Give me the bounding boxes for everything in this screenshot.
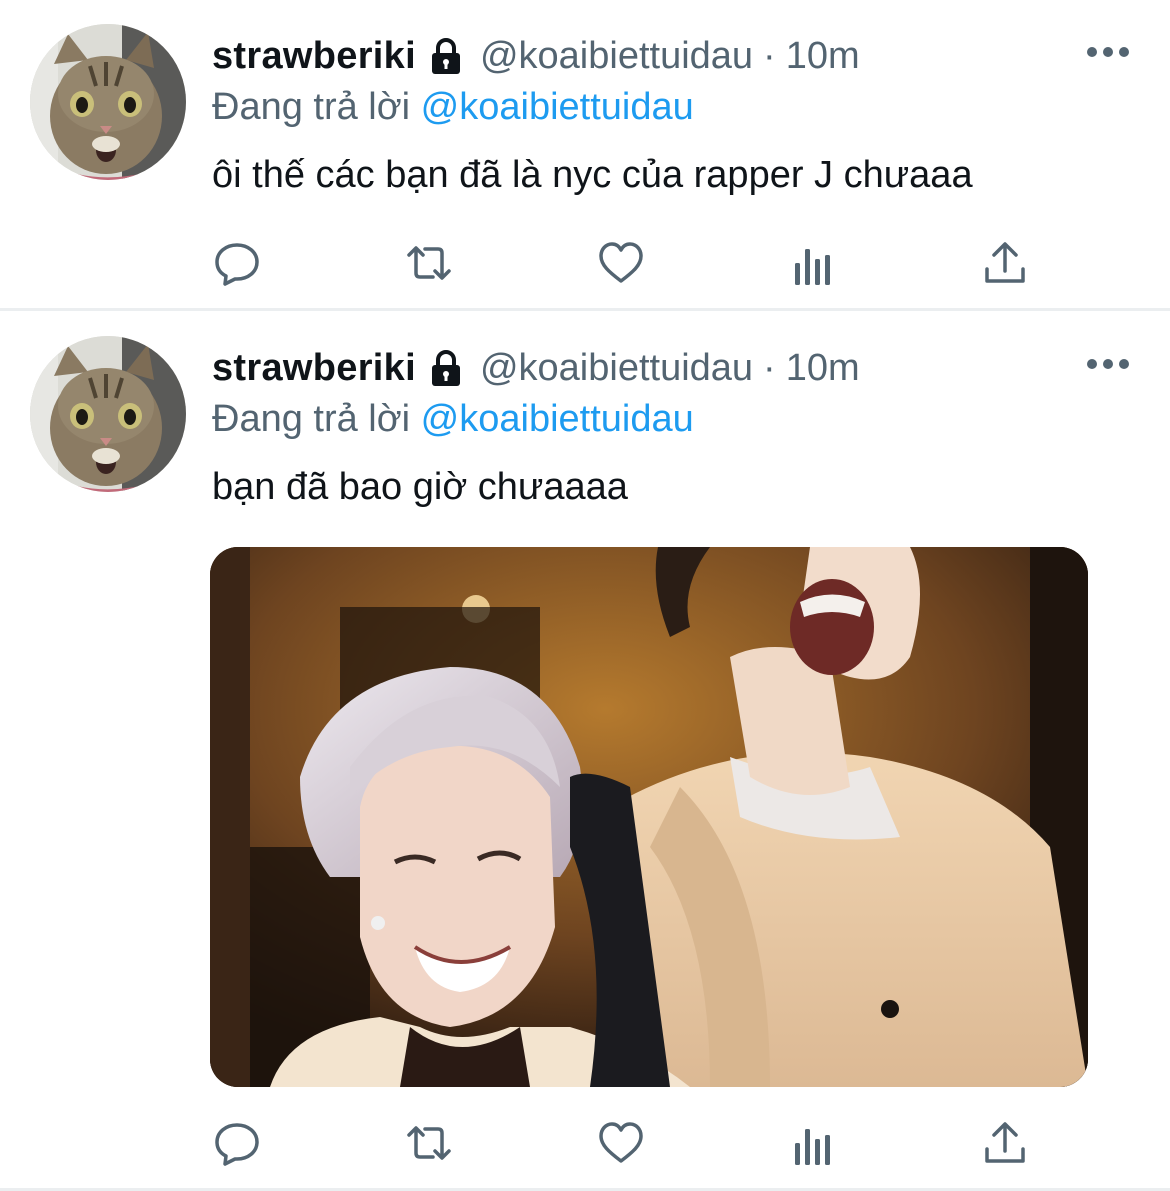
- reply-mention[interactable]: @koaibiettuidau: [421, 398, 694, 440]
- reply-prefix: Đang trả lời: [212, 398, 411, 440]
- replying-to: Đang trả lời @koaibiettuidau: [212, 398, 694, 441]
- reply-button[interactable]: [212, 238, 262, 288]
- share-icon: [985, 1122, 1025, 1163]
- timestamp[interactable]: 10m: [786, 347, 860, 390]
- like-icon: [599, 1122, 643, 1163]
- more-icon[interactable]: [1086, 44, 1130, 60]
- tweet-text: bạn đã bao giờ chưaaaa: [212, 466, 628, 508]
- reply-button[interactable]: [212, 1118, 262, 1168]
- replying-to: Đang trả lời @koaibiettuidau: [212, 86, 694, 129]
- user-handle[interactable]: @koaibiettuidau: [480, 347, 753, 390]
- analytics-icon: [795, 249, 830, 285]
- retweet-icon: [407, 246, 451, 280]
- retweet-icon: [407, 1126, 451, 1160]
- tweet[interactable]: strawberiki @koaibiettuidau · 10m Đang t…: [0, 0, 1170, 311]
- lock-icon: [426, 348, 466, 388]
- reply-icon: [215, 243, 259, 286]
- cat-avatar: [30, 336, 186, 492]
- display-name[interactable]: strawberiki: [212, 35, 416, 78]
- photo-of-two-laughing-people: [210, 547, 1088, 1087]
- tweet-photo[interactable]: [210, 547, 1088, 1087]
- reply-icon: [215, 1123, 259, 1166]
- more-icon[interactable]: [1086, 356, 1130, 372]
- analytics-button[interactable]: [788, 240, 838, 290]
- tweet-text: ôi thế các bạn đã là nyc của rapper J ch…: [212, 154, 973, 196]
- analytics-icon: [795, 1129, 830, 1165]
- separator-dot: ·: [763, 346, 776, 389]
- reply-prefix: Đang trả lời: [212, 86, 411, 128]
- user-handle[interactable]: @koaibiettuidau: [480, 35, 753, 78]
- retweet-button[interactable]: [404, 238, 454, 288]
- analytics-button[interactable]: [788, 1120, 838, 1170]
- like-button[interactable]: [596, 238, 646, 288]
- avatar[interactable]: [30, 24, 186, 180]
- timestamp[interactable]: 10m: [786, 35, 860, 78]
- tweet[interactable]: strawberiki @koaibiettuidau · 10m Đang t…: [0, 310, 1170, 1191]
- share-icon: [985, 242, 1025, 283]
- like-icon: [599, 242, 643, 283]
- share-button[interactable]: [980, 238, 1030, 288]
- lock-icon: [426, 36, 466, 76]
- cat-avatar: [30, 24, 186, 180]
- avatar[interactable]: [30, 336, 186, 492]
- share-button[interactable]: [980, 1118, 1030, 1168]
- tweet-header: strawberiki @koaibiettuidau · 10m: [212, 34, 860, 78]
- tweet-header: strawberiki @koaibiettuidau · 10m: [212, 346, 860, 390]
- retweet-button[interactable]: [404, 1118, 454, 1168]
- display-name[interactable]: strawberiki: [212, 347, 416, 390]
- like-button[interactable]: [596, 1118, 646, 1168]
- reply-mention[interactable]: @koaibiettuidau: [421, 86, 694, 128]
- separator-dot: ·: [763, 34, 776, 77]
